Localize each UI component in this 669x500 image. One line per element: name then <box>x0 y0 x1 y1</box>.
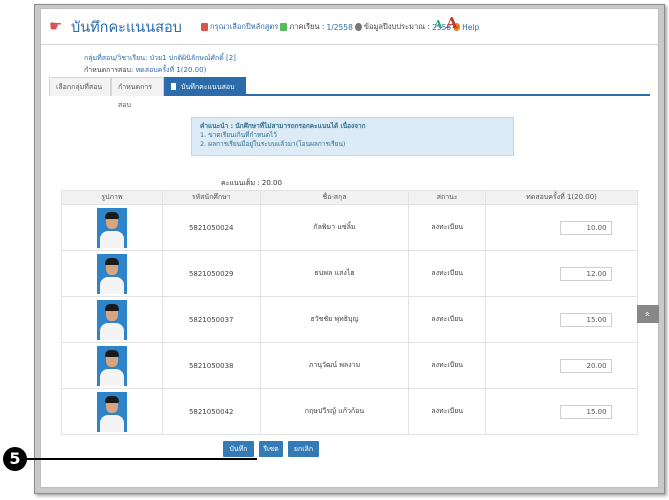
table-header-row: รูปภาพ รหัสนักศึกษา ชื่อ-สกุล สถานะ ทดสอ… <box>61 190 638 205</box>
clock-icon <box>354 23 362 31</box>
table-row: 5821050029 ธนพล แสงไฮ ลงทะเบียน 12.00 <box>61 250 638 297</box>
scores-table: รูปภาพ รหัสนักศึกษา ชื่อ-สกุล สถานะ ทดสอ… <box>61 190 638 435</box>
table-row: 5821050037 ธวัชชัย พุทธิบุญ ลงทะเบียน 15… <box>61 296 638 343</box>
note-heading: คำแนะนำ : นักศึกษาที่ไม่สามารถกรอกคะแนนไ… <box>200 122 366 130</box>
callout-line <box>20 458 257 460</box>
table-row: 5821050024 กัลพิมา แซ่ลิ้ม ลงทะเบียน 10.… <box>61 204 638 251</box>
full-score-label: คะแนนเต็ม : <box>221 179 260 187</box>
score-input[interactable]: 15.00 <box>559 404 612 419</box>
action-buttons: บันทึก รีเซต ยกเลิก <box>223 441 319 457</box>
col-name-header: ชื่อ-สกุล <box>259 190 410 205</box>
col-id-header: รหัสนักศึกษา <box>161 190 261 205</box>
tab-bar: เลือกกลุ่มที่สอน กำหนดการสอบ บันทึกคะแนน… <box>49 77 650 109</box>
student-name: ภานุวัฒน์ พลงาม <box>259 342 410 389</box>
student-status: ลงทะเบียน <box>408 250 487 297</box>
budget-label: ข้อมูลปีงบประมาณ : <box>363 22 431 31</box>
exam-value[interactable]: ทดสอบครั้งที่ 1(20.00) <box>136 66 207 74</box>
callout-badge: 5 <box>3 447 27 471</box>
tab-select-group[interactable]: เลือกกลุ่มที่สอน <box>49 77 111 96</box>
exam-label: กำหนดการสอบ: <box>84 66 134 74</box>
table-row: 5821050038 ภานุวัฒน์ พลงาม ลงทะเบียน 20.… <box>61 342 638 389</box>
scroll-to-top-button[interactable]: » <box>637 305 659 323</box>
photo-cell <box>61 388 163 435</box>
student-photo <box>96 299 127 340</box>
score-cell: 15.00 <box>485 388 638 435</box>
course-select-link[interactable]: กรุณาเลือกปีหลักสูตร <box>210 21 278 33</box>
score-input[interactable]: 12.00 <box>559 266 612 281</box>
help-link[interactable]: Help <box>462 23 479 32</box>
student-id: 5821050038 <box>161 342 261 389</box>
term-label: ภาคเรียน : <box>289 22 325 31</box>
student-status: ลงทะเบียน <box>408 342 487 389</box>
student-id: 5821050037 <box>161 296 261 343</box>
student-status: ลงทะเบียน <box>408 296 487 343</box>
tab-exam-schedule[interactable]: กำหนดการสอบ <box>111 77 164 109</box>
subject-line[interactable]: กลุ่มที่สอน/วิชาเรียน: ป่วย1 ปกติผินิลัก… <box>84 53 236 64</box>
photo-cell <box>61 204 163 251</box>
hand-pointer-icon: ☛ <box>49 17 63 35</box>
student-name: กฤษปวีรญ์ แก้วก้อน <box>259 388 410 435</box>
col-status-header: สถานะ <box>408 190 487 205</box>
col-score-header: ทดสอบครั้งที่ 1(20.00) <box>485 190 638 205</box>
full-score: คะแนนเต็ม : 20.00 <box>221 178 282 189</box>
table-row: 5821050042 กฤษปวีรญ์ แก้วก้อน ลงทะเบียน … <box>61 388 638 435</box>
bookmark-icon <box>171 83 176 90</box>
student-name: ธวัชชัย พุทธิบุญ <box>259 296 410 343</box>
note-line-1: 1. ขาดเรียนเกินที่กำหนดไว้ <box>200 131 277 139</box>
tab-record-scores-label: บันทึกคะแนนสอบ <box>181 83 235 91</box>
student-status: ลงทะเบียน <box>408 204 487 251</box>
student-name: ธนพล แสงไฮ <box>259 250 410 297</box>
double-chevron-up-icon: » <box>642 311 653 317</box>
book-icon <box>201 23 208 31</box>
score-input[interactable]: 20.00 <box>559 358 612 373</box>
score-cell: 10.00 <box>485 204 638 251</box>
photo-cell <box>61 296 163 343</box>
score-cell: 15.00 <box>485 296 638 343</box>
tab-record-scores[interactable]: บันทึกคะแนนสอบ <box>164 77 246 96</box>
save-button[interactable]: บันทึก <box>223 441 254 457</box>
score-input[interactable]: 15.00 <box>559 312 612 327</box>
screenshot-frame: ☛ บันทึกคะแนนสอบ กรุณาเลือกปีหลักสูตร ภา… <box>34 4 665 494</box>
score-input[interactable]: 10.00 <box>559 220 612 235</box>
note-line-2: 2. ผลการเรียนมีอยู่ในระบบแล้วมา(โอนผลการ… <box>200 140 346 148</box>
student-photo <box>96 207 127 248</box>
font-size-large-button[interactable]: A <box>446 14 458 32</box>
photo-cell <box>61 250 163 297</box>
term-value-link[interactable]: 1/2558 <box>326 23 352 32</box>
student-id: 5821050029 <box>161 250 261 297</box>
student-id: 5821050042 <box>161 388 261 435</box>
score-cell: 12.00 <box>485 250 638 297</box>
student-photo <box>96 391 127 432</box>
student-status: ลงทะเบียน <box>408 388 487 435</box>
font-size-small-button[interactable]: A <box>434 18 443 31</box>
calendar-icon <box>280 23 288 31</box>
full-score-value: 20.00 <box>261 179 282 187</box>
reset-button[interactable]: รีเซต <box>259 441 283 457</box>
student-photo <box>96 253 127 294</box>
main-panel: ☛ บันทึกคะแนนสอบ กรุณาเลือกปีหลักสูตร ภา… <box>40 8 659 488</box>
photo-cell <box>61 342 163 389</box>
cancel-button[interactable]: ยกเลิก <box>288 441 319 457</box>
student-id: 5821050024 <box>161 204 261 251</box>
info-note: คำแนะนำ : นักศึกษาที่ไม่สามารถกรอกคะแนนไ… <box>191 117 514 156</box>
student-photo <box>96 345 127 386</box>
col-photo-header: รูปภาพ <box>61 190 163 205</box>
page-title: บันทึกคะแนนสอบ <box>71 20 182 36</box>
exam-line: กำหนดการสอบ: ทดสอบครั้งที่ 1(20.00) <box>84 65 206 76</box>
student-name: กัลพิมา แซ่ลิ้ม <box>259 204 410 251</box>
page-header: ☛ บันทึกคะแนนสอบ กรุณาเลือกปีหลักสูตร ภา… <box>41 9 658 45</box>
score-cell: 20.00 <box>485 342 638 389</box>
